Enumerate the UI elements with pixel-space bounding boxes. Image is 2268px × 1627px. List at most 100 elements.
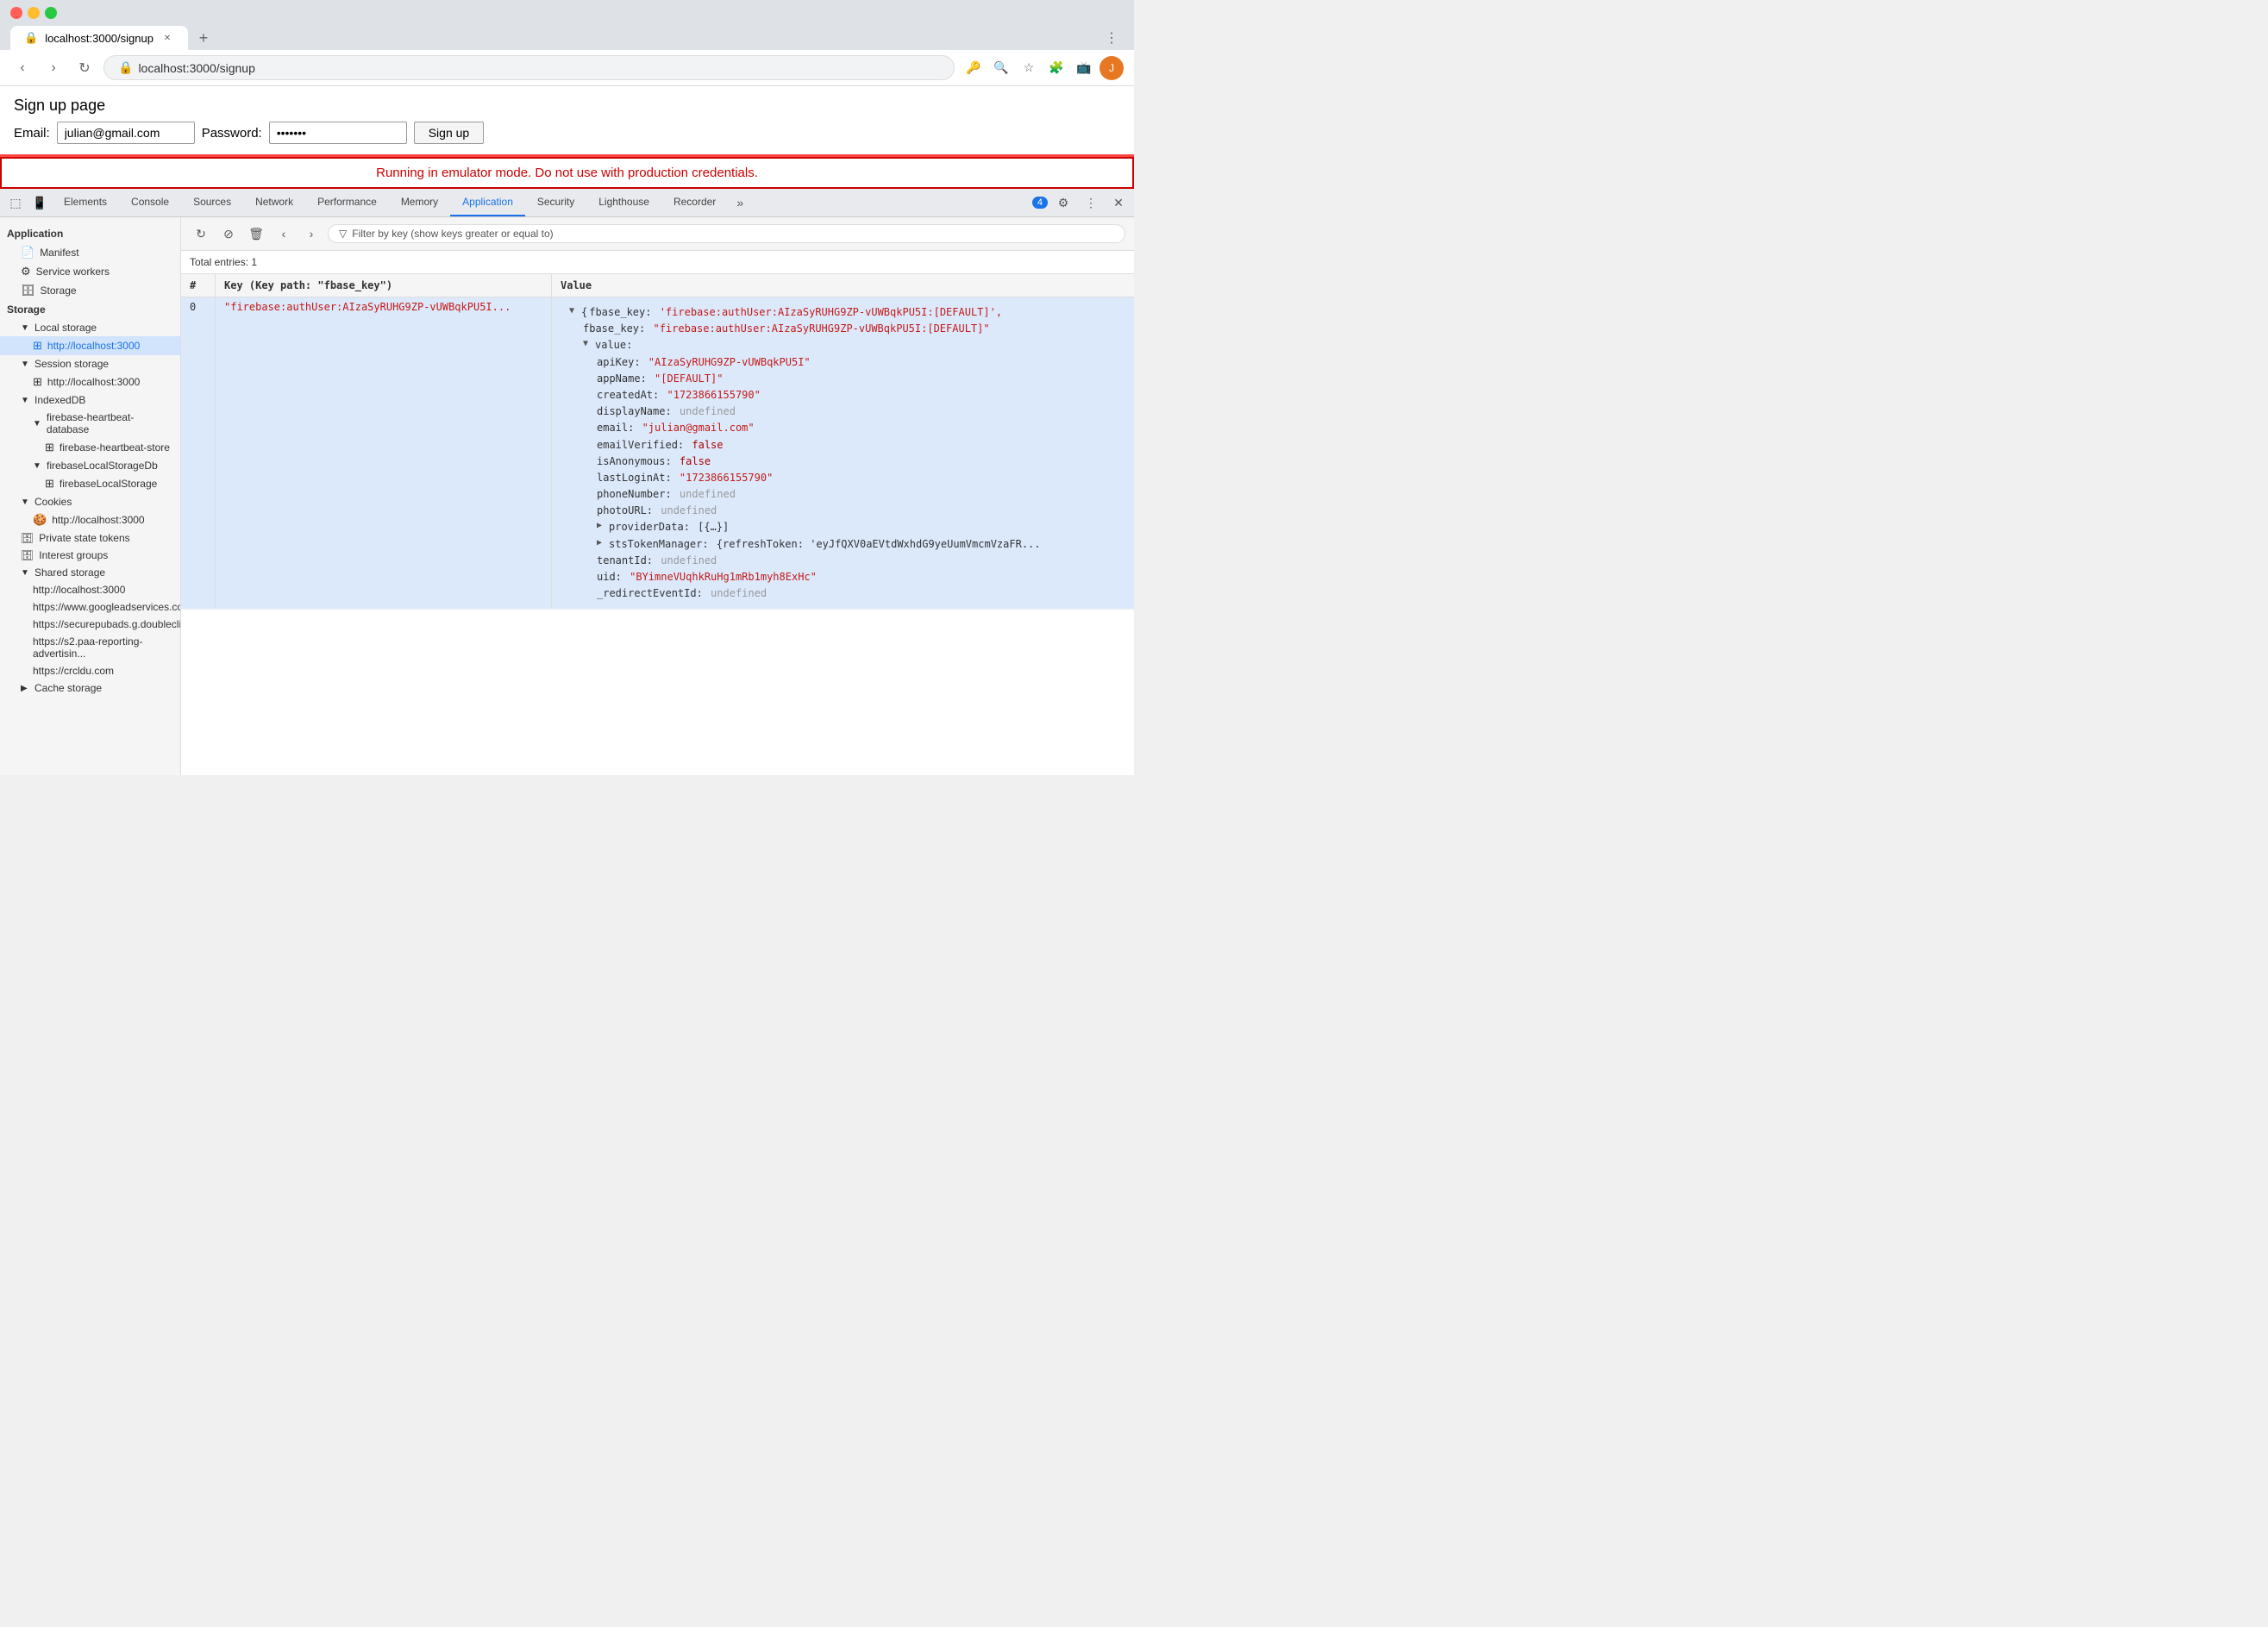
sidebar-item-cookies-localhost[interactable]: 🍪 http://localhost:3000 (0, 510, 180, 529)
table-header: # Key (Key path: "fbase_key") Value (181, 274, 1134, 297)
address-bar[interactable]: 🔒 localhost:3000/signup (103, 55, 955, 80)
next-button[interactable]: › (300, 222, 323, 245)
more-tabs-icon[interactable]: » (728, 191, 752, 215)
devtools-more-icon[interactable]: ⋮ (1079, 191, 1103, 215)
storage-header: Storage (0, 300, 180, 319)
filter-bar[interactable]: ▽ Filter by key (show keys greater or eq… (328, 224, 1125, 243)
sidebar-item-shared-paa[interactable]: https://s2.paa-reporting-advertisin... (0, 633, 180, 662)
zoom-icon[interactable]: 🔍 (989, 56, 1013, 80)
expand-icon: ▼ (21, 323, 29, 333)
tab-network[interactable]: Network (243, 189, 305, 216)
device-toggle-icon[interactable]: 📱 (28, 191, 52, 215)
extensions-icon[interactable]: 🧩 (1044, 56, 1068, 80)
shared-localhost-label: http://localhost:3000 (33, 584, 125, 596)
prev-button[interactable]: ‹ (273, 222, 295, 245)
forward-button[interactable]: › (41, 56, 66, 80)
vt-expand-providerdata[interactable]: ▶ (597, 519, 607, 533)
sidebar-item-indexeddb[interactable]: ▼ IndexedDB (0, 391, 180, 409)
sidebar-item-service-workers[interactable]: ⚙ Service workers (0, 262, 180, 281)
vt-email-key: email: (597, 420, 634, 436)
clear-button[interactable]: ⊘ (217, 222, 240, 245)
vt-expand-root[interactable]: ▼ (569, 304, 580, 318)
data-table: # Key (Key path: "fbase_key") Value 0 "f… (181, 274, 1134, 775)
element-picker-icon[interactable]: ⬚ (3, 191, 28, 215)
sidebar-item-session-storage[interactable]: ▼ Session storage (0, 355, 180, 372)
tab-favicon: 🔒 (24, 31, 38, 45)
heartbeat-store-icon: ⊞ (45, 441, 54, 454)
password-input[interactable] (269, 122, 407, 144)
tab-security[interactable]: Security (525, 189, 586, 216)
vt-expand-value[interactable]: ▼ (583, 337, 593, 351)
account-avatar[interactable]: J (1100, 56, 1124, 80)
tab-elements[interactable]: Elements (52, 189, 119, 216)
tab-console[interactable]: Console (119, 189, 181, 216)
minimize-button[interactable] (28, 7, 40, 19)
tab-sources[interactable]: Sources (181, 189, 243, 216)
sidebar-item-shared-securepubads[interactable]: https://securepubads.g.doublecli... (0, 616, 180, 633)
tab-recorder[interactable]: Recorder (661, 189, 728, 216)
vt-photourl-key: photoURL: (597, 503, 653, 519)
sidebar-item-manifest[interactable]: 📄 Manifest (0, 243, 180, 262)
tab-application[interactable]: Application (450, 189, 525, 216)
tab-close-button[interactable]: ✕ (160, 31, 174, 45)
tab-performance[interactable]: Performance (305, 189, 389, 216)
sidebar-item-interest-groups[interactable]: 🗄 Interest groups (0, 547, 180, 564)
sidebar-item-storage-top[interactable]: 🗄 Storage (0, 281, 180, 300)
sidebar-item-firebase-local-storage[interactable]: ⊞ firebaseLocalStorage (0, 474, 180, 493)
sidebar-item-shared-storage[interactable]: ▼ Shared storage (0, 564, 180, 581)
vt-photourl-line: photoURL: undefined (569, 503, 1117, 519)
sidebar-item-cache-storage[interactable]: ▶ Cache storage (0, 679, 180, 697)
reload-button[interactable]: ↻ (72, 56, 97, 80)
email-input[interactable] (57, 122, 195, 144)
password-label: Password: (202, 126, 262, 141)
pst-label: Private state tokens (39, 532, 129, 544)
sidebar-item-cookies[interactable]: ▼ Cookies (0, 493, 180, 510)
sidebar-item-firebase-heartbeat-db[interactable]: ▼ firebase-heartbeat-database (0, 409, 180, 438)
cast-icon[interactable]: 📺 (1072, 56, 1096, 80)
vt-appname-val: "[DEFAULT]" (648, 371, 724, 387)
delete-button[interactable]: 🗑 (245, 222, 267, 245)
vt-emailverified-val: false (686, 437, 723, 454)
cookies-url: http://localhost:3000 (52, 514, 144, 526)
sidebar-item-shared-localhost[interactable]: http://localhost:3000 (0, 581, 180, 598)
browser-tab[interactable]: 🔒 localhost:3000/signup ✕ (10, 26, 188, 50)
signup-button[interactable]: Sign up (414, 122, 484, 144)
refresh-button[interactable]: ↻ (190, 222, 212, 245)
maximize-button[interactable] (45, 7, 57, 19)
devtools-close-icon[interactable]: ✕ (1106, 191, 1131, 215)
session-storage-label: Session storage (34, 358, 109, 370)
indexeddb-label: IndexedDB (34, 394, 85, 406)
browser-menu-button[interactable]: ⋮ (1100, 26, 1124, 50)
sidebar-item-local-storage-localhost[interactable]: ⊞ http://localhost:3000 (0, 336, 180, 355)
sidebar-item-firebase-local-db[interactable]: ▼ firebaseLocalStorageDb (0, 457, 180, 474)
back-button[interactable]: ‹ (10, 56, 34, 80)
shared-paa-label: https://s2.paa-reporting-advertisin... (33, 635, 173, 660)
sidebar-item-session-localhost[interactable]: ⊞ http://localhost:3000 (0, 372, 180, 391)
tab-title: localhost:3000/signup (45, 32, 153, 45)
tab-memory[interactable]: Memory (389, 189, 450, 216)
sidebar-item-shared-crcldu[interactable]: https://crcldu.com (0, 662, 180, 679)
devtools-settings-icon[interactable]: ⚙ (1051, 191, 1075, 215)
vt-email-val: "julian@gmail.com" (636, 420, 754, 436)
new-tab-button[interactable]: + (191, 26, 216, 50)
sidebar-item-shared-googleadservices[interactable]: https://www.googleadservices.com (0, 598, 180, 616)
vt-expand-ststoken[interactable]: ▶ (597, 536, 607, 550)
row-key: "firebase:authUser:AIzaSyRUHG9ZP-vUWBqkP… (216, 297, 552, 609)
tab-lighthouse[interactable]: Lighthouse (586, 189, 661, 216)
sidebar-item-private-state-tokens[interactable]: 🗄 Private state tokens (0, 529, 180, 547)
sidebar-item-heartbeat-store[interactable]: ⊞ firebase-heartbeat-store (0, 438, 180, 457)
devtools-panel: ⬚ 📱 Elements Console Sources Network Per… (0, 189, 1134, 775)
vt-providerdata-val: [{…}] (692, 519, 729, 535)
sidebar-item-local-storage[interactable]: ▼ Local storage (0, 319, 180, 336)
firebase-local-storage-label: firebaseLocalStorage (60, 478, 157, 490)
bookmark-icon[interactable]: ☆ (1017, 56, 1041, 80)
cookies-label: Cookies (34, 496, 72, 508)
vt-displayname-key: displayName: (597, 404, 672, 420)
password-manager-icon[interactable]: 🔑 (962, 56, 986, 80)
emulator-text: Running in emulator mode. Do not use wit… (376, 166, 758, 180)
close-button[interactable] (10, 7, 22, 19)
table-row[interactable]: 0 "firebase:authUser:AIzaSyRUHG9ZP-vUWBq… (181, 297, 1134, 610)
vt-fbase-key: fbase_key: (583, 321, 645, 337)
vt-fbase-val: "firebase:authUser:AIzaSyRUHG9ZP-vUWBqkP… (647, 321, 989, 337)
firebase-heartbeat-db-label: firebase-heartbeat-database (47, 411, 173, 435)
